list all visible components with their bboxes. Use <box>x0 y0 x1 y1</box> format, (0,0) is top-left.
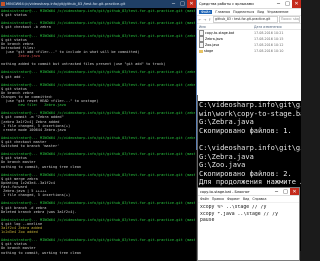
terminal-line: nothing to commit, working tree clean <box>1 250 82 255</box>
path-field[interactable]: github_83 › test-for-git-practice-git <box>213 16 278 23</box>
file-row[interactable]: stage 17.08.2016 10:10 <box>197 48 301 54</box>
notepad-titlebar[interactable]: copy-to-stage.bat - Блокнот ─ □ ✕ <box>198 188 299 196</box>
cmd-output[interactable]: C:\videosharp.info\git\github_win\work\c… <box>198 101 301 187</box>
explorer-title: Средства работы с ярлыками <box>199 2 254 6</box>
ribbon-tab-share[interactable]: Поделиться <box>233 10 254 14</box>
notepad-title: copy-to-stage.bat - Блокнот <box>200 189 250 194</box>
notepad-line: xcopy *.java ..\stage // /y <box>200 211 278 217</box>
explorer-titlebar[interactable]: Средства работы с ярлыками ─ □ ✕ <box>197 0 301 9</box>
menu-view[interactable]: Вид <box>243 197 249 201</box>
file-name-text: stage <box>204 49 214 53</box>
terminal-output[interactable]: Administrator@... MINGW64 /c/videosharp.… <box>1 9 195 260</box>
column-date-header[interactable]: Дата изменения <box>254 25 301 29</box>
maximize-button[interactable]: □ <box>178 0 187 8</box>
file-name-text: copy-to-stage.bat <box>205 31 235 35</box>
back-arrow-icon[interactable]: ← <box>198 18 202 22</box>
bash-window-title: MINGW64:/c/videosharp.info/git/github_83… <box>6 2 126 6</box>
file-date: 17.08.2016 10:21 <box>254 31 284 35</box>
ribbon-tab-view[interactable]: Вид <box>257 10 264 14</box>
notepad-menu: Файл Правка Формат Вид Справка <box>198 196 299 203</box>
menu-help[interactable]: Справка <box>252 197 266 201</box>
explorer-window-buttons: ─ □ ✕ <box>274 0 301 8</box>
terminal-line: Administrator@... MINGW64 /c/videosharp.… <box>1 82 195 87</box>
notepad-line: xcopy %~ ..\stage // /y <box>200 205 267 210</box>
cmd-line: C:\videosharp.info\git\github_ <box>199 143 301 152</box>
maximize-button[interactable]: □ <box>281 188 290 195</box>
ribbon-tab-manage[interactable]: Управление <box>267 10 288 14</box>
column-name-header[interactable]: Имя <box>199 25 254 29</box>
file-date: 17.08.2016 10:15 <box>254 37 284 41</box>
terminal-line: Administrator@... MINGW64 /c/videosharp.… <box>1 238 195 243</box>
file-list: copy-to-stage.bat 17.08.2016 10:21 Zebra.j… <box>197 30 301 54</box>
terminal-line: Administrator@... MINGW64 /c/videosharp.… <box>1 201 195 206</box>
up-arrow-icon[interactable]: ↑ <box>208 18 212 22</box>
menu-file[interactable]: Файл <box>200 197 209 201</box>
search-input[interactable]: Поиск: stage <box>279 16 300 23</box>
file-name: Zoo.java <box>199 42 254 48</box>
minimize-button[interactable]: ─ <box>169 0 178 8</box>
cmd-line <box>198 135 301 144</box>
terminal-line: Administrator@... MINGW64 /c/videosharp.… <box>1 70 195 75</box>
forward-arrow-icon[interactable]: → <box>203 18 207 22</box>
mingw-app-icon <box>1 1 5 6</box>
maximize-button[interactable]: □ <box>283 0 292 8</box>
bash-titlebar[interactable]: MINGW64:/c/videosharp.info/git/github_83… <box>0 0 196 8</box>
terminal-line: Administrator@... MINGW64 /c/videosharp.… <box>1 152 195 157</box>
address-bar: ← → ↑ github_83 › test-for-git-practice-… <box>197 16 301 24</box>
cmd-line: win\work\copy-to-stage.bat" <box>199 109 301 118</box>
terminal-line: Administrator@... MINGW64 /c/videosharp.… <box>1 33 195 38</box>
notepad-line: pause <box>200 218 215 224</box>
minimize-button[interactable]: ─ <box>274 0 283 8</box>
bash-window-buttons: ─ □ ✕ <box>169 0 196 8</box>
file-icon <box>199 42 204 48</box>
cmd-line: Скопировано файлов: 2. <box>199 169 292 178</box>
cmd-line: G:\Zebra.java <box>199 118 254 127</box>
ribbon-tab-home[interactable]: Главная <box>215 10 230 14</box>
file-name: stage <box>199 49 254 53</box>
folder-icon <box>199 49 203 53</box>
file-name-text: Zebra.java <box>205 37 223 41</box>
cmd-line: G:\Zoo.java <box>199 161 246 170</box>
cmd-line: G:\Zebra.java <box>199 152 254 161</box>
notepad-editor[interactable]: xcopy %~ ..\stage // /y xcopy *.java ..\s… <box>198 203 299 227</box>
notepad-window[interactable]: copy-to-stage.bat - Блокнот ─ □ ✕ Файл П… <box>197 187 300 261</box>
cmd-line: C:\videosharp.info\git\github_ <box>199 101 301 109</box>
close-button[interactable]: ✕ <box>187 0 196 8</box>
cmd-line: Для продолжения нажмите любую <box>199 178 301 187</box>
minimize-button[interactable]: ─ <box>272 188 281 195</box>
file-name-text: Zoo.java <box>205 43 220 47</box>
file-date: 17.08.2016 10:12 <box>254 43 284 47</box>
terminal-line: Administrator@... MINGW64 /c/videosharp.… <box>1 9 195 13</box>
git-bash-window[interactable]: MINGW64:/c/videosharp.info/git/github_83… <box>0 0 196 261</box>
notepad-window-buttons: ─ □ ✕ <box>272 188 299 195</box>
close-button[interactable]: ✕ <box>292 0 301 8</box>
cmd-line: Скопировано файлов: 1. <box>199 126 292 135</box>
ribbon-tabs: Файл Главная Поделиться Вид Управление <box>197 9 301 16</box>
file-date: 17.08.2016 10:10 <box>254 49 284 53</box>
close-button[interactable]: ✕ <box>290 188 299 195</box>
ribbon-tab-file[interactable]: Файл <box>199 10 213 14</box>
menu-format[interactable]: Формат <box>227 197 240 201</box>
menu-edit[interactable]: Правка <box>212 197 224 201</box>
